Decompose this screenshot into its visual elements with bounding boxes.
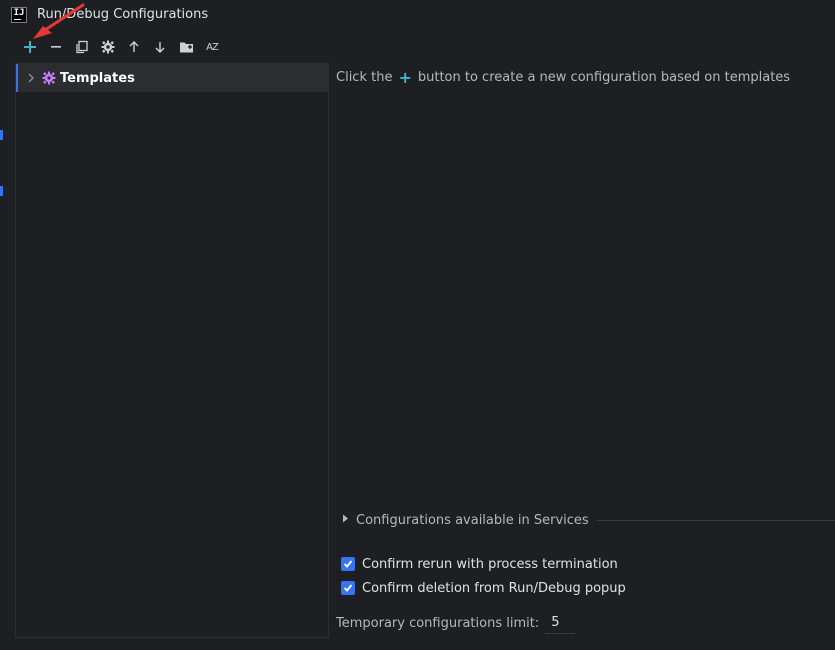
- tree-item-label: Templates: [60, 70, 135, 86]
- remove-button[interactable]: [43, 34, 69, 60]
- plus-icon: [24, 41, 36, 53]
- temp-config-limit-label: Temporary configurations limit:: [336, 615, 540, 631]
- triangle-right-icon: [342, 514, 356, 526]
- minus-icon: [51, 46, 61, 48]
- hint-text-after: button to create a new configuration bas…: [417, 70, 791, 85]
- arrow-down-icon: [155, 42, 165, 53]
- move-down-button[interactable]: [147, 34, 173, 60]
- confirm-delete-checkbox[interactable]: [341, 581, 355, 595]
- intellij-logo-icon: IJ: [11, 7, 27, 23]
- confirm-delete-option[interactable]: Confirm deletion from Run/Debug popup: [341, 578, 626, 598]
- folder-add-icon: [179, 42, 193, 53]
- toolbar: AZ: [0, 31, 835, 63]
- services-label: Configurations available in Services: [356, 512, 589, 528]
- new-folder-button[interactable]: [173, 34, 199, 60]
- arrow-up-icon: [129, 41, 139, 52]
- gear-icon: [101, 40, 115, 54]
- sort-button[interactable]: AZ: [199, 34, 225, 60]
- temp-config-limit-input[interactable]: 5: [545, 612, 576, 634]
- plus-icon: +: [398, 68, 412, 87]
- separator: [596, 519, 835, 521]
- confirm-delete-label: Confirm deletion from Run/Debug popup: [362, 580, 626, 596]
- title-bar: IJ Run/Debug Configurations: [0, 0, 835, 31]
- confirm-rerun-option[interactable]: Confirm rerun with process termination: [341, 554, 618, 574]
- background-edge-mark: [0, 186, 3, 196]
- temp-config-limit: Temporary configurations limit: 5: [336, 612, 576, 634]
- tree-item-templates[interactable]: Templates: [16, 64, 328, 92]
- sort-alpha-icon: AZ: [206, 41, 219, 53]
- configuration-details: Click the + button to create a new confi…: [330, 63, 835, 650]
- confirm-rerun-label: Confirm rerun with process termination: [362, 556, 618, 572]
- hint-text-before: Click the: [336, 70, 393, 85]
- confirm-rerun-checkbox[interactable]: [341, 557, 355, 571]
- settings-button[interactable]: [95, 34, 121, 60]
- copy-icon: [76, 40, 88, 54]
- checkmark-icon: [343, 560, 353, 568]
- checkmark-icon: [343, 584, 353, 592]
- copy-button[interactable]: [69, 34, 95, 60]
- add-button[interactable]: [17, 34, 43, 60]
- chevron-right-icon[interactable]: [23, 73, 39, 83]
- move-up-button[interactable]: [121, 34, 147, 60]
- window-title: Run/Debug Configurations: [37, 7, 209, 22]
- background-edge-mark: [0, 130, 3, 140]
- configuration-tree: Templates: [15, 63, 329, 638]
- services-section-toggle[interactable]: Configurations available in Services: [342, 510, 835, 530]
- gear-icon: [41, 71, 57, 85]
- empty-state-hint: Click the + button to create a new confi…: [336, 68, 790, 87]
